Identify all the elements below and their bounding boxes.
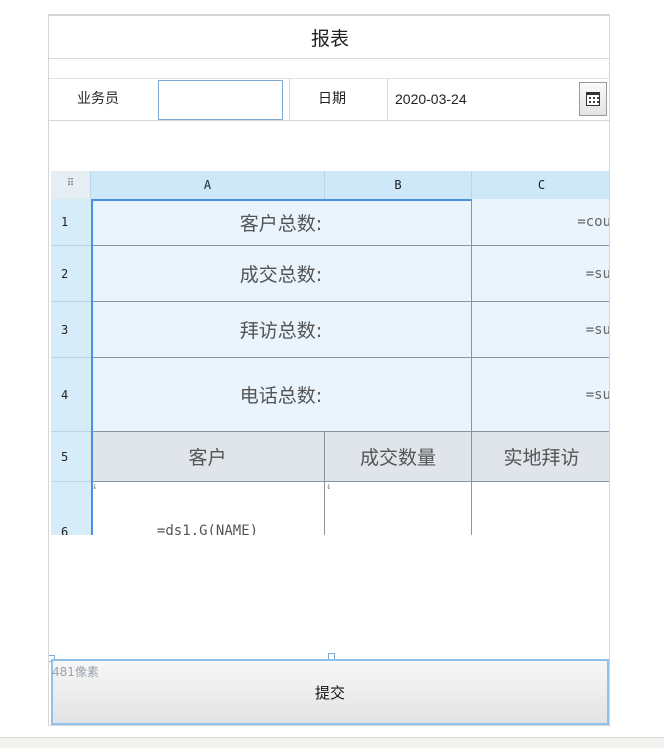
row-header-3[interactable]: 3 xyxy=(51,302,91,358)
select-all-corner[interactable]: ⠿ xyxy=(51,171,91,199)
row-header-2[interactable]: 2 xyxy=(51,246,91,302)
divider xyxy=(289,79,290,120)
spreadsheet: ⠿ A B C 1 客户总数: =cou 2 成交总数: =su 3 拜访总数:… xyxy=(51,171,609,535)
calendar-icon xyxy=(586,92,600,106)
salesman-input[interactable] xyxy=(158,80,283,120)
height-pixel-label: 481像素 xyxy=(52,665,99,679)
date-input[interactable]: 2020-03-24 xyxy=(387,79,579,120)
cell-c5[interactable]: 实地拜访 xyxy=(472,432,609,482)
selection-border xyxy=(91,199,471,201)
date-label: 日期 xyxy=(318,91,346,107)
report-title: 报表 xyxy=(49,15,609,59)
report-frame: 报表 业务员 日期 2020-03-24 ⠿ A B C 1 客户总数: =co… xyxy=(48,14,610,726)
spacer-row xyxy=(49,59,609,79)
cell-c1[interactable]: =cou xyxy=(472,199,609,246)
cell-c2[interactable]: =su xyxy=(472,246,609,302)
row-header-6[interactable]: 6 xyxy=(51,482,91,535)
cell-a6[interactable]: =ds1.G(NAME) xyxy=(91,482,325,535)
cell-a3[interactable]: 拜访总数: xyxy=(91,302,472,358)
expand-marker: ↓ xyxy=(326,482,332,492)
parameter-row: 业务员 日期 2020-03-24 xyxy=(49,79,609,121)
cell-c3[interactable]: =su xyxy=(472,302,609,358)
row-header-1[interactable]: 1 xyxy=(51,199,91,246)
column-header-b[interactable]: B xyxy=(325,171,472,199)
cell-c6[interactable] xyxy=(472,482,609,535)
cell-b6[interactable] xyxy=(325,482,472,535)
submit-button[interactable]: 提交 xyxy=(51,659,609,725)
column-header-a[interactable]: A xyxy=(91,171,325,199)
date-picker-button[interactable] xyxy=(579,82,607,116)
row-header-4[interactable]: 4 xyxy=(51,358,91,432)
cell-b5[interactable]: 成交数量 xyxy=(325,432,472,482)
salesman-label: 业务员 xyxy=(77,91,119,107)
row-header-5[interactable]: 5 xyxy=(51,432,91,482)
cell-a2[interactable]: 成交总数: xyxy=(91,246,472,302)
selection-border xyxy=(91,199,93,535)
cell-a4[interactable]: 电话总数: xyxy=(91,358,472,432)
column-header-c[interactable]: C xyxy=(472,171,609,199)
cell-a1[interactable]: 客户总数: xyxy=(91,199,472,246)
cell-c4[interactable]: =su xyxy=(472,358,609,432)
status-bar xyxy=(0,737,664,748)
cell-a5[interactable]: 客户 xyxy=(91,432,325,482)
